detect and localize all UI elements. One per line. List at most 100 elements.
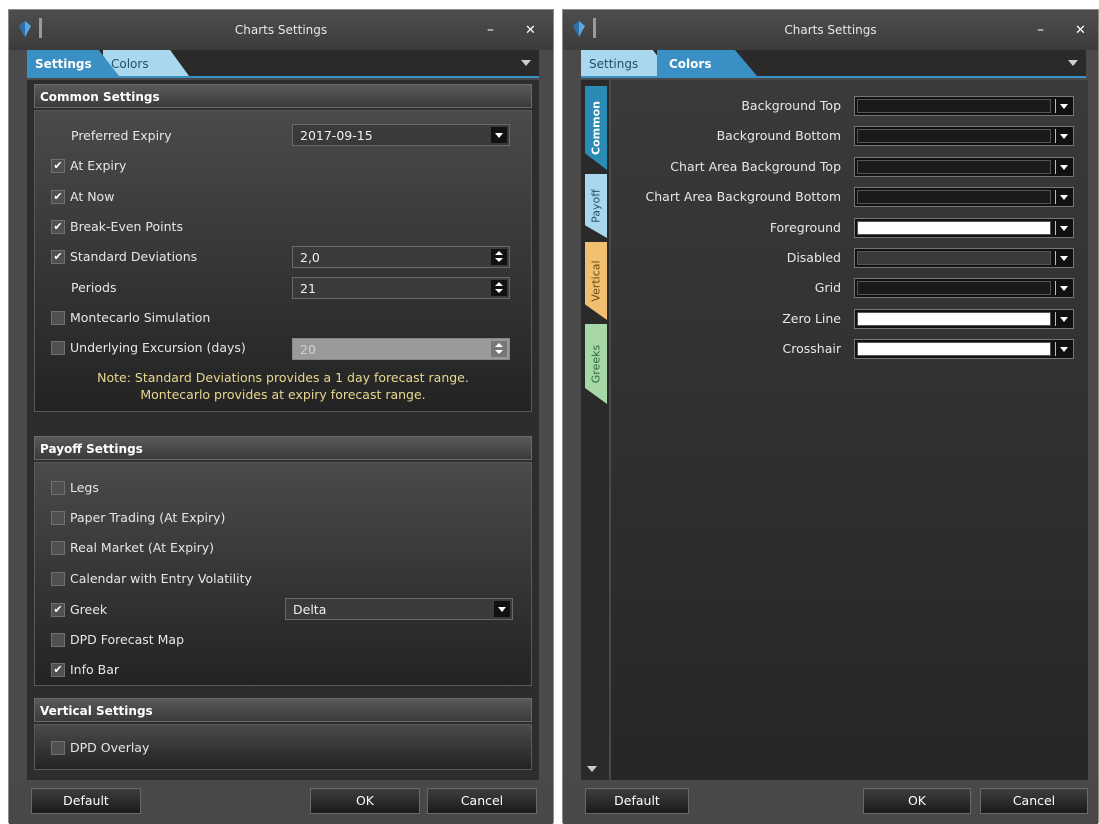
tab-menu-chevron-down-icon[interactable]	[1068, 60, 1078, 66]
periods-value: 21	[300, 281, 316, 296]
chart-area-top-label: Chart Area Background Top	[670, 159, 841, 174]
chevron-down-icon[interactable]	[1055, 251, 1071, 265]
section-header-common: Common Settings	[34, 84, 532, 108]
chart-area-top-picker[interactable]	[854, 157, 1074, 177]
spinner-arrows-icon[interactable]	[491, 280, 507, 296]
note-line-2: Montecarlo provides at expiry forecast r…	[140, 387, 426, 402]
chevron-down-icon[interactable]	[1055, 312, 1071, 326]
title-bar[interactable]: Charts Settings – ✕	[563, 10, 1098, 50]
break-even-label: Break-Even Points	[70, 219, 183, 234]
chevron-down-icon[interactable]	[1055, 221, 1071, 235]
zero-line-picker[interactable]	[854, 309, 1074, 329]
real-market-label: Real Market (At Expiry)	[70, 540, 215, 555]
chevron-down-icon[interactable]	[491, 127, 507, 143]
title-bar[interactable]: Charts Settings – ✕	[9, 10, 553, 50]
background-top-picker[interactable]	[854, 96, 1074, 116]
montecarlo-label: Montecarlo Simulation	[70, 310, 211, 325]
std-dev-spinner[interactable]: 2,0	[292, 246, 510, 268]
std-dev-label: Standard Deviations	[70, 249, 198, 264]
chevron-down-icon[interactable]	[494, 601, 510, 617]
montecarlo-checkbox[interactable]	[51, 311, 65, 325]
vtab-vertical-label: Vertical	[589, 260, 603, 302]
vtab-common-label: Common	[589, 101, 603, 155]
underlying-excursion-spinner: 20	[292, 338, 510, 360]
chevron-down-icon[interactable]	[1055, 342, 1071, 356]
foreground-swatch	[857, 221, 1051, 235]
background-bottom-label: Background Bottom	[716, 128, 841, 143]
section-payoff: Legs Paper Trading (At Expiry) Real Mark…	[34, 462, 532, 686]
colors-panel: Background Top Background Bottom Chart A…	[611, 80, 1088, 780]
preferred-expiry-combo[interactable]: 2017-09-15	[292, 124, 510, 146]
window-title: Charts Settings	[234, 23, 328, 37]
chevron-down-icon[interactable]	[1055, 281, 1071, 295]
real-market-checkbox[interactable]	[51, 541, 65, 555]
background-bottom-picker[interactable]	[854, 126, 1074, 146]
greek-combo[interactable]: Delta	[285, 598, 513, 620]
at-expiry-checkbox[interactable]: ✔	[51, 159, 65, 173]
ok-button[interactable]: OK	[310, 788, 420, 814]
tab-colors[interactable]: Colors	[657, 50, 757, 76]
vtab-common[interactable]: Common	[585, 86, 607, 170]
tab-strip: Settings Colors	[581, 50, 1086, 78]
greek-checkbox[interactable]: ✔	[51, 603, 65, 617]
periods-spinner[interactable]: 21	[292, 277, 510, 299]
default-button[interactable]: Default	[31, 788, 141, 814]
tab-menu-chevron-down-icon[interactable]	[521, 60, 531, 66]
underlying-excursion-value: 20	[300, 342, 316, 357]
close-icon[interactable]: ✕	[525, 23, 536, 38]
spinner-arrows-icon[interactable]	[491, 249, 507, 265]
vtab-greeks-label: Greeks	[589, 344, 603, 384]
calendar-checkbox[interactable]	[51, 572, 65, 586]
chevron-down-icon[interactable]	[1055, 99, 1071, 113]
scroll-down-icon[interactable]	[587, 766, 597, 772]
disabled-label: Disabled	[786, 250, 841, 265]
grid-picker[interactable]	[854, 278, 1074, 298]
cancel-button[interactable]: Cancel	[980, 788, 1088, 814]
zero-line-swatch	[857, 312, 1051, 326]
close-icon[interactable]: ✕	[1075, 23, 1086, 38]
settings-panel: Common Settings Preferred Expiry 2017-09…	[27, 80, 539, 780]
underlying-excursion-checkbox[interactable]	[51, 341, 65, 355]
spinner-arrows-icon	[491, 341, 507, 357]
dpd-overlay-checkbox[interactable]	[51, 741, 65, 755]
dpd-forecast-label: DPD Forecast Map	[70, 632, 185, 647]
vtab-payoff[interactable]: Payoff	[585, 174, 607, 238]
at-now-checkbox[interactable]: ✔	[51, 190, 65, 204]
info-bar-checkbox[interactable]: ✔	[51, 663, 65, 677]
chart-area-bottom-picker[interactable]	[854, 187, 1074, 207]
legs-checkbox[interactable]	[51, 481, 65, 495]
minimize-icon[interactable]: –	[1037, 22, 1044, 38]
minimize-icon[interactable]: –	[487, 22, 494, 38]
grid-swatch	[857, 281, 1051, 295]
background-top-swatch	[857, 99, 1051, 113]
chevron-down-icon[interactable]	[1055, 160, 1071, 174]
paper-trading-checkbox[interactable]	[51, 511, 65, 525]
chevron-down-icon[interactable]	[1055, 129, 1071, 143]
std-dev-value: 2,0	[300, 250, 320, 265]
disabled-picker[interactable]	[854, 248, 1074, 268]
default-button[interactable]: Default	[585, 788, 689, 814]
dpd-overlay-label: DPD Overlay	[70, 740, 150, 755]
periods-label: Periods	[71, 280, 117, 295]
at-expiry-label: At Expiry	[70, 158, 127, 173]
foreground-picker[interactable]	[854, 218, 1074, 238]
greek-label: Greek	[70, 602, 108, 617]
paper-trading-label: Paper Trading (At Expiry)	[70, 510, 226, 525]
background-top-label: Background Top	[741, 98, 841, 113]
chevron-down-icon[interactable]	[1055, 190, 1071, 204]
vtab-vertical[interactable]: Vertical	[585, 242, 607, 320]
break-even-checkbox[interactable]: ✔	[51, 220, 65, 234]
grid-label: Grid	[814, 280, 841, 295]
tab-strip: Colors Settings	[27, 50, 539, 78]
vtab-greeks[interactable]: Greeks	[585, 324, 607, 404]
ok-button[interactable]: OK	[863, 788, 971, 814]
crosshair-picker[interactable]	[854, 339, 1074, 359]
section-common: Preferred Expiry 2017-09-15 ✔ At Expiry …	[34, 110, 532, 412]
foreground-label: Foreground	[769, 220, 841, 235]
cancel-button[interactable]: Cancel	[427, 788, 537, 814]
background-bottom-swatch	[857, 129, 1051, 143]
dpd-forecast-checkbox[interactable]	[51, 633, 65, 647]
std-dev-checkbox[interactable]: ✔	[51, 250, 65, 264]
zero-line-label: Zero Line	[782, 311, 841, 326]
disabled-swatch	[857, 251, 1051, 265]
